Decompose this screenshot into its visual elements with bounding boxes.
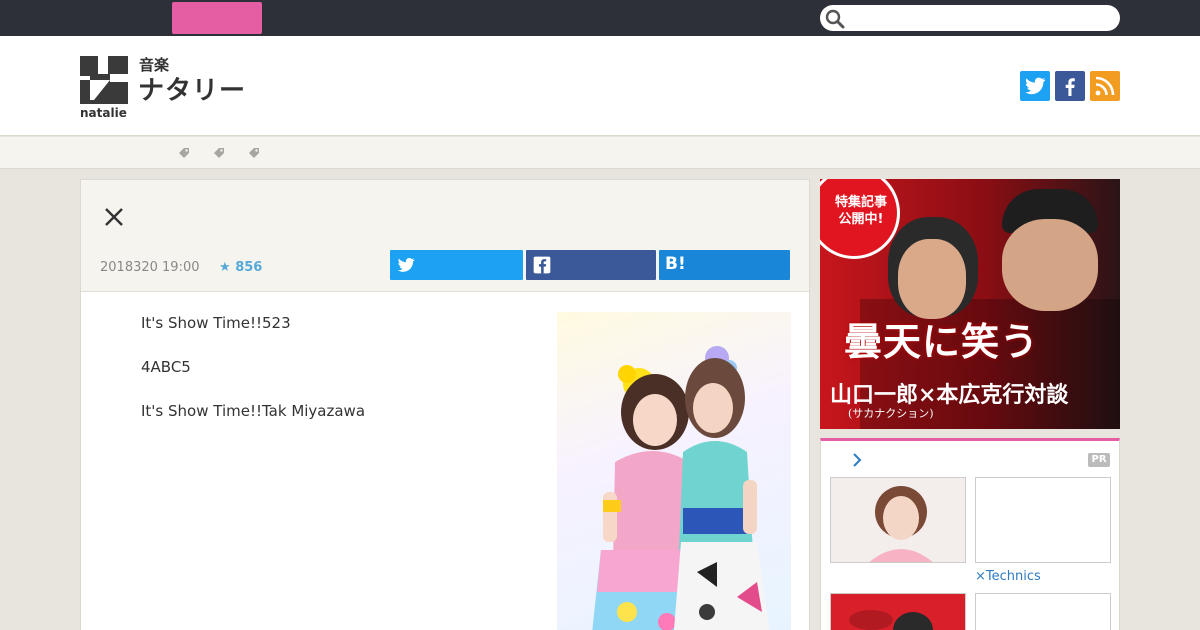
share-facebook-button[interactable]: [526, 250, 656, 280]
pr-thumbnail-image: [831, 478, 965, 562]
pr-thumbnail[interactable]: [830, 477, 966, 563]
banner-person-left-face: [898, 239, 966, 319]
favorite-count-value: 856: [235, 260, 263, 275]
facebook-icon: [533, 256, 551, 274]
facebook-icon: [1065, 78, 1075, 96]
article-card: 2018320 19:00 ★ 856 B! It's Show Time!!5…: [80, 179, 810, 630]
banner-title: 曇天に笑う: [844, 319, 1040, 364]
logo-wordmark: natalie: [80, 106, 127, 120]
tag-bar: [0, 137, 1200, 169]
tag-icon[interactable]: [247, 146, 261, 160]
tag-icon[interactable]: [177, 146, 191, 160]
feature-banner[interactable]: 特集記事 公開中! 曇天に笑う 山口一郎×本広克行対談 (サカナクション): [820, 179, 1120, 429]
search-input[interactable]: [850, 8, 1110, 28]
section-tab-music[interactable]: [172, 2, 262, 34]
top-bar: [0, 0, 1200, 36]
pr-thumbnail[interactable]: [830, 593, 966, 630]
rss-feed-button[interactable]: [1090, 71, 1120, 101]
artist-photo-image: [592, 346, 770, 630]
twitter-icon: [397, 258, 415, 272]
tag-icon[interactable]: [212, 146, 226, 160]
lead-line-3: It's Show Time!!Tak Miyazawa: [141, 402, 366, 420]
hatena-bookmark-icon: B!: [665, 254, 686, 274]
banner-subtitle-note: (サカナクション): [848, 407, 934, 420]
twitter-follow-button[interactable]: [1020, 71, 1050, 101]
pr-badge: PR: [1088, 453, 1110, 467]
facebook-follow-button[interactable]: [1055, 71, 1085, 101]
badge-line-2: 公開中!: [838, 212, 884, 227]
favorite-count[interactable]: ★ 856: [219, 260, 262, 275]
logo-name: ナタリー: [138, 76, 247, 106]
chevron-right-icon[interactable]: [851, 452, 863, 468]
article-photo[interactable]: [557, 312, 791, 630]
article-header: 2018320 19:00 ★ 856 B!: [81, 180, 809, 292]
lead-line-2: 4ABC5: [141, 358, 191, 376]
close-icon[interactable]: [103, 206, 125, 228]
article-date: 2018320 19:00: [100, 260, 200, 275]
rss-icon: [1095, 76, 1115, 96]
share-hatena-button[interactable]: B!: [659, 250, 790, 280]
search-icon: [825, 9, 845, 29]
site-logo[interactable]: 音楽 ナタリー natalie: [80, 54, 250, 122]
pr-box: PR ×Technics: [820, 438, 1120, 630]
star-icon: ★: [219, 260, 231, 275]
banner-person-right-face: [1002, 219, 1098, 311]
natalie-logo-mark-icon: [80, 56, 128, 104]
pr-thumbnail-image: [831, 594, 965, 630]
badge-line-1: 特集記事: [834, 195, 887, 210]
pr-caption[interactable]: ×Technics: [975, 569, 1041, 584]
share-twitter-button[interactable]: [390, 250, 523, 280]
pr-thumbnail[interactable]: [975, 477, 1111, 563]
lead-line-1: It's Show Time!!523: [141, 314, 291, 332]
search-box[interactable]: [820, 5, 1120, 31]
pr-thumbnail[interactable]: [975, 593, 1111, 630]
twitter-icon: [1025, 77, 1046, 95]
site-header: 音楽 ナタリー natalie: [0, 36, 1200, 136]
